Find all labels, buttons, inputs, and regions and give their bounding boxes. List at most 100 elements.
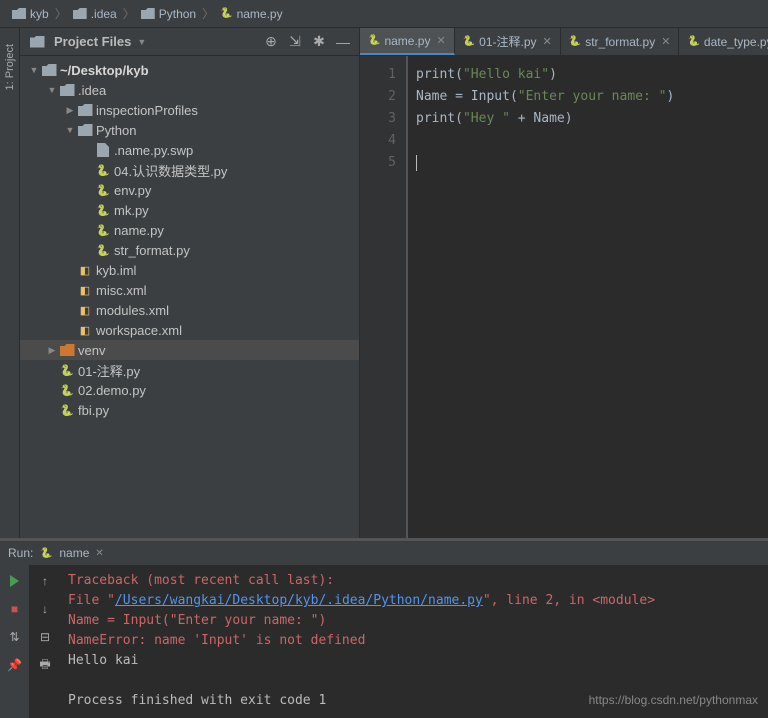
folder-icon xyxy=(58,344,76,356)
tree-label: workspace.xml xyxy=(96,323,182,338)
run-output[interactable]: Traceback (most recent call last): File … xyxy=(60,565,768,718)
tree-label: mk.py xyxy=(114,203,149,218)
tree-row[interactable]: 🐍mk.py xyxy=(20,200,359,220)
tree-row[interactable]: 🐍str_format.py xyxy=(20,240,359,260)
rerun-button[interactable] xyxy=(5,571,25,591)
code-line[interactable]: print("Hello kai") xyxy=(408,64,768,86)
python-icon: 🐍 xyxy=(687,36,699,47)
folder-icon xyxy=(12,8,26,19)
folder-icon xyxy=(73,8,87,19)
tree-label: 02.demo.py xyxy=(78,383,146,398)
tree-row[interactable]: ◧kyb.iml xyxy=(20,260,359,280)
tool-tab-project[interactable]: 1: Project xyxy=(4,38,16,96)
tree-arrow-icon[interactable]: ▶ xyxy=(46,345,58,356)
file-icon xyxy=(94,143,112,157)
tree-row[interactable]: ◧modules.xml xyxy=(20,300,359,320)
editor-tab[interactable]: 🐍name.py✕ xyxy=(360,28,455,55)
tree-row[interactable]: ▶inspectionProfiles xyxy=(20,100,359,120)
tree-label: str_format.py xyxy=(114,243,190,258)
up-button[interactable]: ↑ xyxy=(35,571,55,591)
python-icon: 🐍 xyxy=(94,184,112,197)
project-panel-header: Project Files ▼ ⊕ ⇲ ✱ — xyxy=(20,28,359,56)
locate-icon[interactable]: ⊕ xyxy=(263,34,279,50)
tree-row[interactable]: ▼ .idea xyxy=(20,80,359,100)
tree-label: Python xyxy=(96,123,136,138)
left-tool-strip: 1: Project xyxy=(0,28,20,538)
down-button[interactable]: ↓ xyxy=(35,599,55,619)
tree-label: env.py xyxy=(114,183,151,198)
output-line xyxy=(68,671,760,691)
python-icon: 🐍 xyxy=(58,384,76,397)
folder-icon xyxy=(76,124,94,136)
run-label: Run: xyxy=(8,546,33,560)
xml-icon: ◧ xyxy=(76,324,94,337)
run-header: Run: 🐍 name ✕ xyxy=(0,541,768,565)
tree-row[interactable]: ◧workspace.xml xyxy=(20,320,359,340)
tree-arrow-icon[interactable]: ▼ xyxy=(28,65,40,75)
pin-button[interactable]: 📌 xyxy=(5,655,25,675)
project-panel-title: Project Files xyxy=(54,34,131,49)
print-button[interactable]: 🖶 xyxy=(35,655,55,675)
tree-row[interactable]: 🐍name.py xyxy=(20,220,359,240)
tree-row[interactable]: ▶venv xyxy=(20,340,359,360)
python-icon: 🐍 xyxy=(569,36,581,47)
tree-row[interactable]: 🐍fbi.py xyxy=(20,400,359,420)
close-icon[interactable]: ✕ xyxy=(543,35,552,48)
code-line[interactable] xyxy=(408,152,768,174)
tree-row[interactable]: 🐍02.demo.py xyxy=(20,380,359,400)
breadcrumb-item[interactable]: 🐍name.py xyxy=(216,7,286,21)
tree-row[interactable]: 🐍04.认识数据类型.py xyxy=(20,160,359,180)
tree-row[interactable]: .name.py.swp xyxy=(20,140,359,160)
code-area[interactable]: print("Hello kai")Name = Input("Enter yo… xyxy=(406,56,768,538)
hide-icon[interactable]: — xyxy=(335,34,351,50)
close-icon[interactable]: ✕ xyxy=(436,34,445,47)
close-icon[interactable]: ✕ xyxy=(661,35,670,48)
gear-icon[interactable]: ✱ xyxy=(311,34,327,50)
editor-tab[interactable]: 🐍01-注释.py✕ xyxy=(455,28,561,55)
tree-row[interactable]: 🐍01-注释.py xyxy=(20,360,359,380)
tree-arrow-icon[interactable]: ▼ xyxy=(46,85,58,95)
tree-label: .idea xyxy=(78,83,106,98)
python-icon: 🐍 xyxy=(220,8,232,19)
python-icon: 🐍 xyxy=(463,36,475,47)
tree-label: 01-注释.py xyxy=(78,361,140,380)
tree-label: kyb.iml xyxy=(96,263,136,278)
layout-button[interactable]: ⇅ xyxy=(5,627,25,647)
run-panel: Run: 🐍 name ✕ ■ ⇅ 📌 ↑ ↓ ⊟ 🖶 Traceback (m… xyxy=(0,538,768,718)
breadcrumb-item[interactable]: .idea xyxy=(69,7,121,21)
breadcrumb-item[interactable]: Python xyxy=(137,7,200,21)
code-editor[interactable]: 12345 print("Hello kai")Name = Input("En… xyxy=(360,56,768,538)
code-line[interactable] xyxy=(408,130,768,152)
tree-row[interactable]: ▼~/Desktop/kyb xyxy=(20,60,359,80)
tree-row[interactable]: 🐍env.py xyxy=(20,180,359,200)
python-icon: 🐍 xyxy=(58,404,76,417)
watermark: https://blog.csdn.net/pythonmax xyxy=(589,690,758,710)
folder-icon xyxy=(40,64,58,76)
tree-arrow-icon[interactable]: ▶ xyxy=(64,105,76,116)
output-line: Name = Input("Enter your name: ") xyxy=(68,611,760,631)
tree-row[interactable]: ▼ Python xyxy=(20,120,359,140)
editor-tab[interactable]: 🐍str_format.py✕ xyxy=(561,28,680,55)
folder-icon xyxy=(58,84,76,96)
collapse-icon[interactable]: ⇲ xyxy=(287,34,303,50)
close-icon[interactable]: ✕ xyxy=(95,548,103,559)
run-config-name: name xyxy=(59,546,89,560)
project-tree[interactable]: ▼~/Desktop/kyb▼.idea▶inspectionProfiles▼… xyxy=(20,56,359,538)
tree-arrow-icon[interactable]: ▼ xyxy=(64,125,76,135)
folder-icon xyxy=(76,104,94,116)
tree-row[interactable]: ◧misc.xml xyxy=(20,280,359,300)
editor-area: 🐍name.py✕🐍01-注释.py✕🐍str_format.py✕🐍date_… xyxy=(360,28,768,538)
editor-tabs: 🐍name.py✕🐍01-注释.py✕🐍str_format.py✕🐍date_… xyxy=(360,28,768,56)
code-line[interactable]: print("Hey " + Name) xyxy=(408,108,768,130)
run-toolbar: ■ ⇅ 📌 xyxy=(0,565,30,718)
tree-label: name.py xyxy=(114,223,164,238)
stacktrace-link[interactable]: /Users/wangkai/Desktop/kyb/.idea/Python/… xyxy=(115,593,483,608)
breadcrumb: kyb〉.idea〉Python〉🐍name.py xyxy=(0,0,768,28)
breadcrumb-item[interactable]: kyb xyxy=(8,7,53,21)
folder-icon xyxy=(141,8,155,19)
code-line[interactable]: Name = Input("Enter your name: ") xyxy=(408,86,768,108)
editor-tab[interactable]: 🐍date_type.py✕ xyxy=(679,28,768,55)
wrap-button[interactable]: ⊟ xyxy=(35,627,55,647)
stop-button[interactable]: ■ xyxy=(5,599,25,619)
python-icon: 🐍 xyxy=(58,364,76,377)
